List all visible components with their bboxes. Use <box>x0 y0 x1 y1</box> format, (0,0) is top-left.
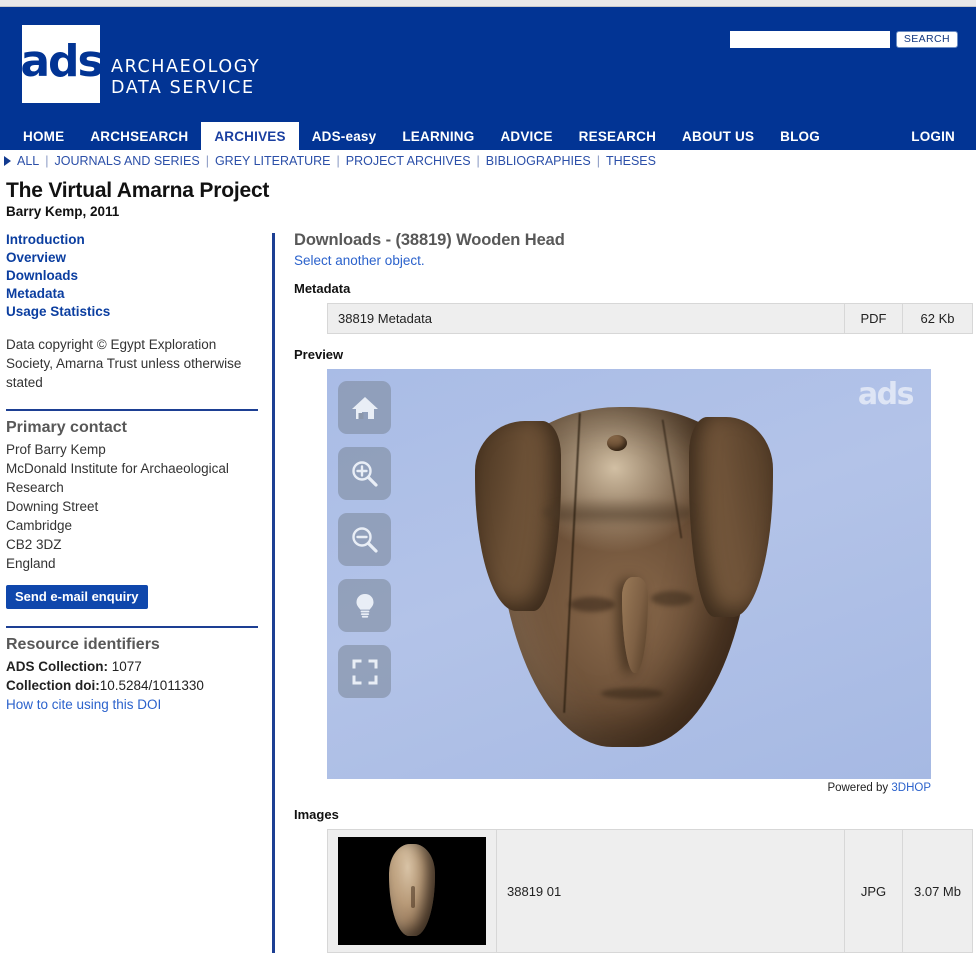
subnav-item-project-archives[interactable]: PROJECT ARCHIVES <box>346 154 471 168</box>
contact-address-line: Prof Barry Kemp <box>6 442 106 458</box>
sidebar-divider-identifiers <box>6 626 258 629</box>
downloads-heading: Downloads - (38819) Wooden Head <box>294 231 565 250</box>
table-row: 38819 01 JPG 3.07 Mb <box>327 829 973 954</box>
ads-logo-mark: ads <box>20 25 104 103</box>
ads-logo[interactable]: ads ARCHAEOLOGY DATA SERVICE <box>20 25 260 103</box>
images-section-label: Images <box>294 807 339 823</box>
nav-item-login[interactable]: LOGIN <box>898 122 968 150</box>
main-layout: Introduction Overview Downloads Metadata Usa… <box>0 219 976 954</box>
zoom-in-icon[interactable] <box>338 447 391 501</box>
viewer-toolbar <box>338 381 391 699</box>
ads-logo-wordmark: ARCHAEOLOGY DATA SERVICE <box>111 57 260 100</box>
sidebar-item-downloads[interactable]: Downloads <box>6 267 258 285</box>
powered-by-credit: Powered by 3DHOP <box>327 779 931 794</box>
sidebar-item-introduction[interactable]: Introduction <box>6 231 258 249</box>
ads-collection-value: 1077 <box>111 659 142 675</box>
site-masthead: ads ARCHAEOLOGY DATA SERVICE SEARCH <box>0 7 976 122</box>
resource-identifiers-heading: Resource identifiers <box>6 636 160 654</box>
ads-logo-text: ads <box>20 36 103 87</box>
3dhop-link[interactable]: 3DHOP <box>891 782 931 794</box>
nav-item-blog[interactable]: BLOG <box>767 122 833 150</box>
nav-separator: | <box>476 154 480 168</box>
how-to-cite-link[interactable]: How to cite using this DOI <box>6 695 258 714</box>
nav-item-about-us[interactable]: ABOUT US <box>669 122 767 150</box>
primary-contact-address: Prof Barry Kemp McDonald Institute for Ar… <box>6 440 258 573</box>
contact-address-line: Downing Street <box>6 499 99 515</box>
thumbnail-wooden-head <box>389 844 435 937</box>
browser-chrome-strip <box>0 0 976 7</box>
metadata-file-type-link[interactable]: PDF <box>844 303 903 334</box>
search-input[interactable] <box>729 31 890 48</box>
nav-separator: | <box>336 154 340 168</box>
nav-item-archives[interactable]: ARCHIVES <box>201 122 299 150</box>
subnav-item-grey-literature[interactable]: GREY LITERATURE <box>215 154 331 168</box>
contact-address-line: Cambridge <box>6 518 73 534</box>
contact-address-line: McDonald Institute for Archaeological Re… <box>6 461 229 496</box>
search-button[interactable]: SEARCH <box>895 31 958 48</box>
sidebar-divider-contact <box>6 409 258 412</box>
site-search: SEARCH <box>729 31 958 48</box>
contact-address-line: CB2 3DZ <box>6 537 62 553</box>
nav-separator: | <box>205 154 209 168</box>
select-another-object-link[interactable]: Select another object. <box>294 253 976 268</box>
page-title: The Virtual Amarna Project <box>6 179 270 202</box>
image-file-type-link[interactable]: JPG <box>844 829 903 954</box>
zoom-out-icon[interactable] <box>338 513 391 567</box>
ads-watermark: ads <box>857 377 915 413</box>
metadata-table: 38819 Metadata PDF 62 Kb <box>327 303 973 335</box>
send-email-enquiry-button[interactable]: Send e-mail enquiry <box>6 585 148 610</box>
nav-item-learning[interactable]: LEARNING <box>389 122 487 150</box>
nav-item-home[interactable]: HOME <box>10 122 77 150</box>
primary-contact-heading: Primary contact <box>6 419 127 437</box>
nav-item-ads-easy[interactable]: ADS-easy <box>299 122 390 150</box>
ads-collection-row: ADS Collection: 1077 <box>6 657 258 676</box>
metadata-file-name: 38819 Metadata <box>327 303 845 334</box>
content-area: Downloads - (38819) Wooden Head Select a… <box>275 231 976 954</box>
nav-item-advice[interactable]: ADVICE <box>487 122 565 150</box>
3d-model-viewer[interactable]: ads <box>327 369 931 780</box>
page-subtitle: Barry Kemp, 2011 <box>6 204 120 220</box>
metadata-section-label: Metadata <box>294 281 351 297</box>
ads-logo-line2: DATA SERVICE <box>111 78 255 99</box>
nav-item-archsearch[interactable]: ARCHSEARCH <box>77 122 201 150</box>
nav-separator: | <box>45 154 49 168</box>
table-row: 38819 Metadata PDF 62 Kb <box>327 303 973 334</box>
model-brow-shadow <box>543 497 693 528</box>
home-icon[interactable] <box>338 381 391 435</box>
nav-item-research[interactable]: RESEARCH <box>566 122 669 150</box>
subnav-item-theses[interactable]: THESES <box>606 154 656 168</box>
subnav-item-journals-and-series[interactable]: JOURNALS AND SERIES <box>55 154 200 168</box>
collection-doi-label: Collection doi: <box>6 678 100 694</box>
ads-logo-line1: ARCHAEOLOGY <box>111 57 261 77</box>
image-file-size: 3.07 Mb <box>902 829 973 954</box>
archive-title-block: The Virtual Amarna Project Barry Kemp, 2… <box>0 172 976 219</box>
sidebar-item-metadata[interactable]: Metadata <box>6 285 258 303</box>
image-thumbnail[interactable] <box>338 837 486 946</box>
powered-by-prefix: Powered by <box>827 782 892 795</box>
sidebar-link-list: Introduction Overview Downloads Metadata Usa… <box>6 231 258 321</box>
images-table: 38819 01 JPG 3.07 Mb <box>327 829 973 954</box>
image-file-name: 38819 01 <box>496 829 845 954</box>
sidebar-copyright: Data copyright © Egypt Exploration Socie… <box>6 337 242 391</box>
sidebar-item-usage-statistics[interactable]: Usage Statistics <box>6 303 258 321</box>
ads-collection-label: ADS Collection: <box>6 659 109 675</box>
contact-address-line: England <box>6 556 56 572</box>
metadata-file-size: 62 Kb <box>920 311 955 327</box>
image-thumbnail-cell[interactable] <box>327 829 497 954</box>
triangle-right-icon <box>4 156 11 166</box>
wooden-head-3d-model[interactable] <box>475 401 775 753</box>
sidebar: Introduction Overview Downloads Metadata Usa… <box>0 231 272 953</box>
primary-navigation: HOME ARCHSEARCH ARCHIVES ADS-easy LEARNING AD… <box>0 122 976 150</box>
collection-doi-row: Collection doi:10.5284/1011330 <box>6 676 258 695</box>
preview-section-label: Preview <box>294 347 344 363</box>
subnav-item-bibliographies[interactable]: BIBLIOGRAPHIES <box>486 154 591 168</box>
collection-doi-value: 10.5284/1011330 <box>99 678 204 694</box>
model-wig-right <box>689 417 773 618</box>
nav-separator: | <box>596 154 600 168</box>
subnav-item-all[interactable]: ALL <box>17 154 39 168</box>
lightbulb-icon[interactable] <box>338 579 391 633</box>
sidebar-item-overview[interactable]: Overview <box>6 249 258 267</box>
secondary-navigation: ALL | JOURNALS AND SERIES | GREY LITERATURE |… <box>0 150 976 172</box>
fullscreen-icon[interactable] <box>338 645 391 699</box>
